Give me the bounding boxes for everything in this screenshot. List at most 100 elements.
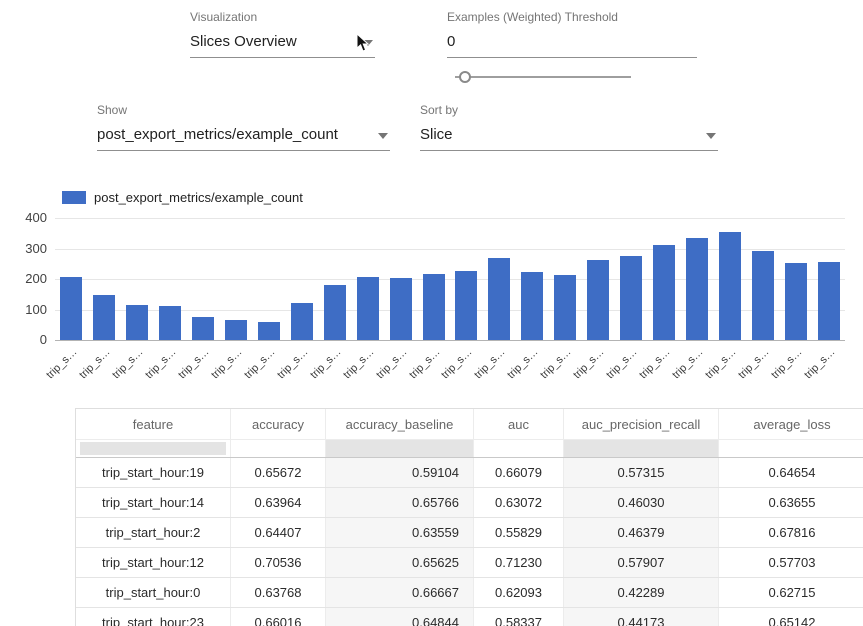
bar[interactable] (653, 245, 675, 340)
metric-cell: 0.55829 (474, 518, 564, 547)
metric-cell: 0.66016 (231, 608, 326, 626)
bar[interactable] (357, 277, 379, 340)
bar[interactable] (620, 256, 642, 340)
bar-plot: 4003002001000trip_s…trip_s…trip_s…trip_s… (55, 218, 845, 340)
column-header-accuracy[interactable]: accuracy (231, 409, 326, 439)
y-tick-label: 100 (5, 302, 47, 317)
metric-cell: 0.65142 (719, 608, 863, 626)
bar[interactable] (455, 271, 477, 340)
visualization-control: Visualization Slices Overview (190, 10, 375, 58)
metric-cell: 0.64654 (719, 458, 863, 487)
metric-cell: 0.57315 (564, 458, 719, 487)
metric-cell: 0.63072 (474, 488, 564, 517)
feature-cell: trip_start_hour:14 (76, 488, 231, 517)
mouse-cursor (356, 33, 370, 58)
table-row: trip_start_hour:20.644070.635590.558290.… (76, 518, 863, 548)
filter-input[interactable] (568, 442, 714, 455)
bar[interactable] (291, 303, 313, 340)
metric-cell: 0.65766 (326, 488, 474, 517)
metric-cell: 0.57703 (719, 548, 863, 577)
show-control: Show post_export_metrics/example_count (97, 103, 390, 151)
column-header-accuracy_baseline[interactable]: accuracy_baseline (326, 409, 474, 439)
bar[interactable] (192, 317, 214, 340)
bar[interactable] (258, 322, 280, 340)
bar[interactable] (390, 278, 412, 340)
threshold-control: Examples (Weighted) Threshold 0 (447, 10, 697, 58)
feature-cell: trip_start_hour:23 (76, 608, 231, 626)
bar[interactable] (587, 260, 609, 340)
table-row: trip_start_hour:190.656720.591040.660790… (76, 458, 863, 488)
column-header-average_loss[interactable]: average_loss (719, 409, 863, 439)
metrics-table: featureaccuracyaccuracy_baselineaucauc_p… (75, 408, 863, 626)
metric-cell: 0.65672 (231, 458, 326, 487)
filter-input[interactable] (80, 442, 226, 455)
column-header-feature[interactable]: feature (76, 409, 231, 439)
metric-cell: 0.65625 (326, 548, 474, 577)
metric-cell: 0.42289 (564, 578, 719, 607)
metric-cell: 0.44173 (564, 608, 719, 626)
y-tick-label: 300 (5, 241, 47, 256)
chevron-down-icon (706, 133, 716, 139)
bar[interactable] (324, 285, 346, 340)
bar[interactable] (60, 277, 82, 340)
metric-cell: 0.46379 (564, 518, 719, 547)
table-body: trip_start_hour:190.656720.591040.660790… (76, 458, 863, 626)
feature-cell: trip_start_hour:19 (76, 458, 231, 487)
visualization-dropdown[interactable]: Slices Overview (190, 33, 375, 58)
bar[interactable] (818, 262, 840, 340)
filter-cell (326, 439, 474, 457)
feature-cell: trip_start_hour:0 (76, 578, 231, 607)
cursor-arrow-icon (356, 33, 370, 53)
metric-cell: 0.70536 (231, 548, 326, 577)
bar[interactable] (554, 275, 576, 340)
bar[interactable] (423, 274, 445, 340)
show-dropdown[interactable]: post_export_metrics/example_count (97, 126, 390, 151)
filter-cell (231, 439, 326, 457)
metric-cell: 0.66667 (326, 578, 474, 607)
metric-cell: 0.57907 (564, 548, 719, 577)
bar[interactable] (785, 263, 807, 340)
bar[interactable] (719, 232, 741, 340)
feature-cell: trip_start_hour:12 (76, 548, 231, 577)
threshold-input[interactable]: 0 (447, 33, 697, 58)
filter-input[interactable] (330, 442, 469, 455)
column-header-auc[interactable]: auc (474, 409, 564, 439)
sort-selected-value: Slice (420, 126, 453, 143)
slices-overview-chart: post_export_metrics/example_count 400300… (30, 190, 855, 400)
show-selected-value: post_export_metrics/example_count (97, 126, 338, 143)
y-tick-label: 400 (5, 210, 47, 225)
bar[interactable] (159, 306, 181, 340)
metric-cell: 0.58337 (474, 608, 564, 626)
filter-cell (564, 439, 719, 457)
table-row: trip_start_hour:230.660160.648440.583370… (76, 608, 863, 626)
y-tick-label: 200 (5, 271, 47, 286)
bar[interactable] (488, 258, 510, 340)
show-label: Show (97, 103, 390, 117)
bar[interactable] (225, 320, 247, 340)
bar[interactable] (126, 305, 148, 340)
visualization-label: Visualization (190, 10, 375, 24)
bar[interactable] (93, 295, 115, 340)
metric-cell: 0.63964 (231, 488, 326, 517)
table-row: trip_start_hour:140.639640.657660.630720… (76, 488, 863, 518)
sort-dropdown[interactable]: Slice (420, 126, 718, 151)
filter-cell (719, 439, 863, 457)
bar[interactable] (686, 238, 708, 340)
metric-cell: 0.64407 (231, 518, 326, 547)
metric-cell: 0.62715 (719, 578, 863, 607)
metric-cell: 0.62093 (474, 578, 564, 607)
gridline (55, 218, 845, 219)
bar[interactable] (752, 251, 774, 340)
metric-cell: 0.67816 (719, 518, 863, 547)
sort-control: Sort by Slice (420, 103, 718, 151)
bar[interactable] (521, 272, 543, 340)
slider-track[interactable] (455, 76, 631, 78)
visualization-selected-value: Slices Overview (190, 33, 297, 50)
threshold-slider[interactable] (455, 70, 631, 84)
y-tick-label: 0 (5, 332, 47, 347)
filter-cell (76, 439, 231, 457)
column-header-auc_precision_recall[interactable]: auc_precision_recall (564, 409, 719, 439)
metric-cell: 0.46030 (564, 488, 719, 517)
slider-handle[interactable] (459, 71, 471, 83)
legend-color-swatch (62, 191, 86, 204)
